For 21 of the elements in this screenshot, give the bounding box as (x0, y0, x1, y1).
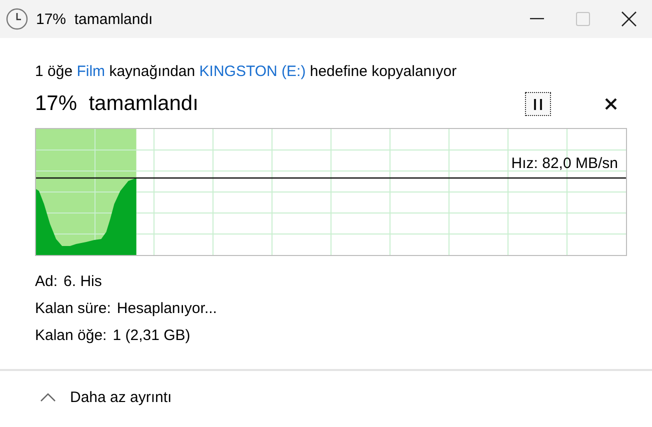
detail-label: Ad: (35, 272, 58, 291)
detail-label: Kalan süre: (35, 299, 111, 318)
copy-summary: 1 öğe Film kaynağından KINGSTON (E:) hedefine kopyalanıyor (35, 62, 458, 82)
speed-label: Hız: 82,0 MB/sn (511, 155, 618, 172)
minimize-icon (530, 18, 544, 20)
close-icon (605, 98, 617, 110)
clock-icon (6, 8, 28, 30)
detail-label: Kalan öğe: (35, 326, 107, 345)
detail-value: 1 (2,31 GB) (112, 326, 190, 345)
location-link[interactable]: Film (76, 63, 106, 80)
details-toggle[interactable]: Daha az ayrıntı (70, 389, 172, 406)
close-icon (621, 11, 637, 27)
chevron-up-icon (40, 393, 56, 402)
maximize-icon (576, 12, 590, 26)
progress-heading: 17% tamamlandı (35, 92, 200, 116)
window-title: 17% tamamlandı (36, 10, 154, 28)
detail-value: Hesaplanıyor... (116, 299, 217, 318)
pause-icon (534, 98, 542, 110)
location-link[interactable]: KINGSTON (E:) (199, 63, 306, 80)
detail-value: 6. His (64, 272, 102, 291)
pause-button[interactable] (525, 92, 551, 116)
